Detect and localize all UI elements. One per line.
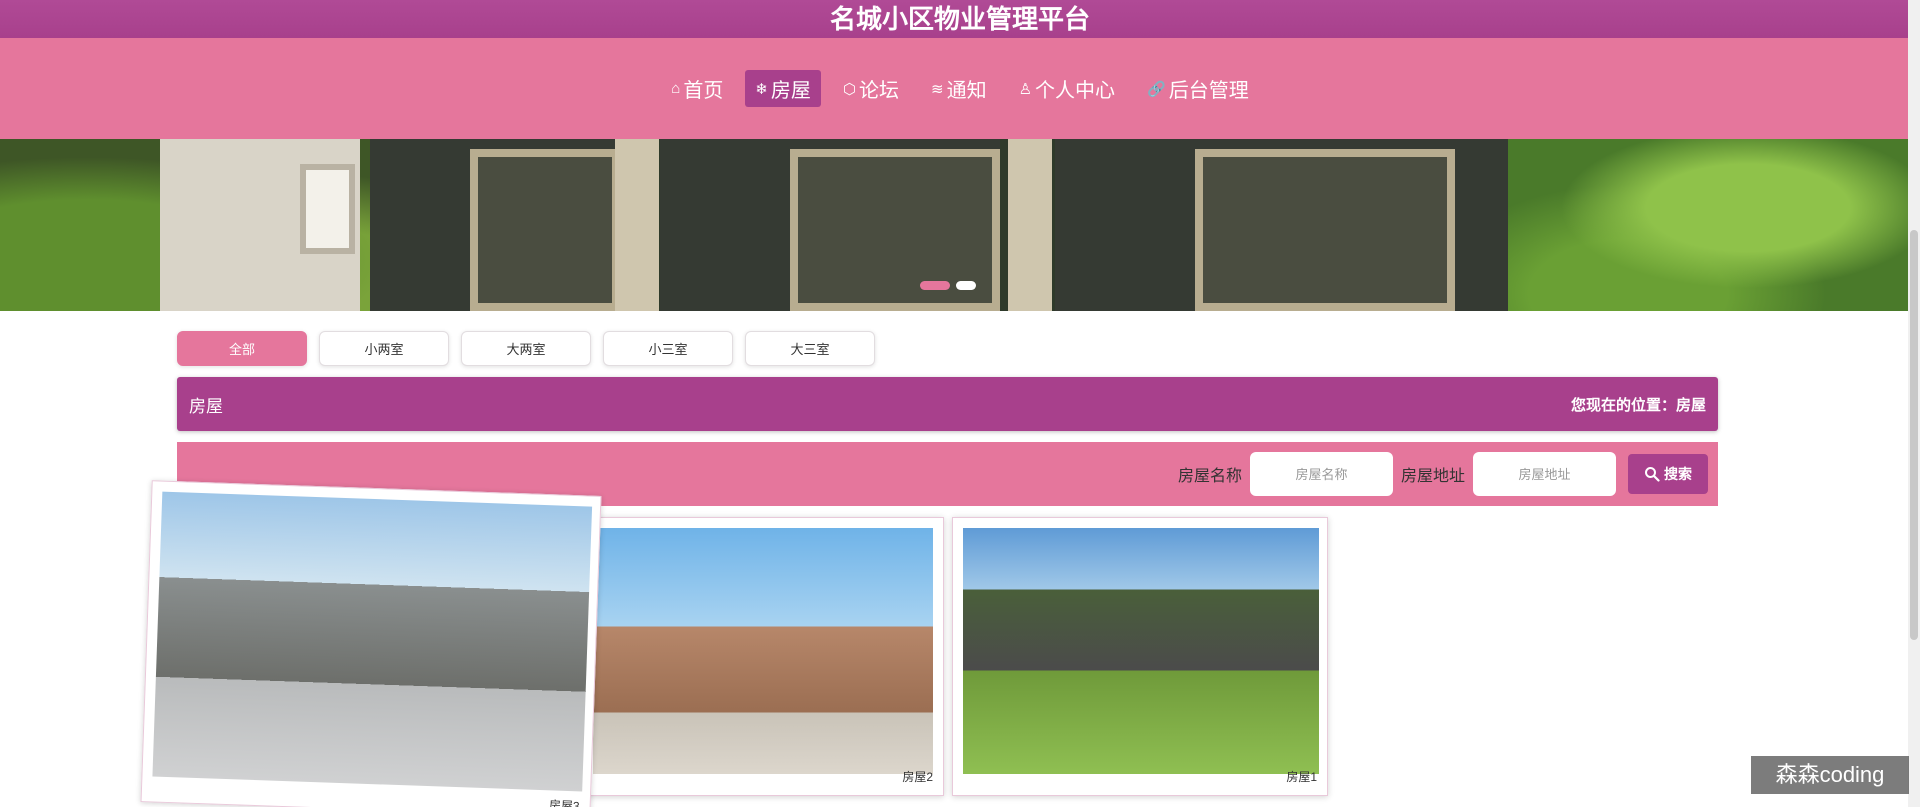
house-photo	[152, 491, 593, 792]
search-button[interactable]: 搜索	[1628, 454, 1708, 494]
breadcrumb: 您现在的位置：房屋	[1570, 396, 1706, 414]
nav-item-profile[interactable]: ♙ 个人中心	[1009, 70, 1125, 107]
house-card[interactable]: 房屋1	[952, 517, 1328, 796]
tab-large-three-room[interactable]: 大三室	[745, 331, 875, 366]
nav-item-label: 房屋	[770, 80, 811, 102]
watermark: 森森coding	[1751, 756, 1909, 794]
page-scrollbar[interactable]	[1908, 0, 1920, 807]
house-photo	[593, 528, 933, 774]
house-photo	[963, 528, 1319, 774]
house-name: 房屋1	[1286, 770, 1317, 784]
carousel-dot[interactable]	[956, 281, 976, 290]
tab-small-two-room[interactable]: 小两室	[319, 331, 449, 366]
house-address-label: 房屋地址	[1400, 468, 1465, 485]
cube-icon: ⬡	[842, 80, 857, 98]
section-header: 房屋 您现在的位置：房屋	[177, 377, 1718, 431]
nav-item-admin[interactable]: 🔗 后台管理	[1137, 70, 1259, 107]
nav-item-home[interactable]: ⌂ 首页	[661, 70, 733, 107]
section-title: 房屋	[189, 396, 223, 416]
carousel-dots	[920, 281, 976, 290]
nav-item-label: 个人中心	[1035, 80, 1116, 102]
tab-small-three-room[interactable]: 小三室	[603, 331, 733, 366]
nav-item-notice[interactable]: ≋ 通知	[921, 70, 997, 107]
link-icon: 🔗	[1147, 80, 1166, 98]
tab-all[interactable]: 全部	[177, 331, 307, 366]
banner-carousel[interactable]	[0, 139, 1908, 311]
nav-item-label: 论坛	[859, 80, 900, 102]
house-name-input[interactable]	[1249, 452, 1393, 496]
site-title: 名城小区物业管理平台	[0, 0, 1920, 38]
snowflake-icon: ❄	[755, 80, 768, 98]
house-card[interactable]: 房屋3	[140, 480, 602, 807]
category-tabs: 全部 小两室 大两室 小三室 大三室	[177, 331, 875, 366]
nav-item-house[interactable]: ❄ 房屋	[745, 70, 821, 107]
nav-item-label: 通知	[946, 80, 987, 102]
nav-item-label: 后台管理	[1168, 80, 1249, 102]
house-card[interactable]: 房屋2	[582, 517, 944, 796]
search-button-label: 搜索	[1664, 466, 1692, 482]
user-icon: ♙	[1018, 80, 1033, 98]
house-name-label: 房屋名称	[1177, 468, 1242, 485]
scrollbar-thumb[interactable]	[1910, 230, 1918, 640]
search-icon	[1645, 467, 1660, 482]
carousel-dot[interactable]	[920, 281, 950, 290]
nav-item-forum[interactable]: ⬡ 论坛	[833, 70, 909, 107]
house-address-input[interactable]	[1473, 452, 1616, 496]
house-name: 房屋3	[548, 798, 580, 807]
main-nav: ⌂ 首页 ❄ 房屋 ⬡ 论坛 ≋ 通知 ♙ 个人中心 🔗 后台管理	[0, 38, 1920, 139]
home-icon: ⌂	[671, 80, 681, 97]
tab-large-two-room[interactable]: 大两室	[461, 331, 591, 366]
house-name: 房屋2	[902, 770, 933, 784]
nav-item-label: 首页	[683, 80, 724, 102]
lines-icon: ≋	[931, 80, 944, 98]
